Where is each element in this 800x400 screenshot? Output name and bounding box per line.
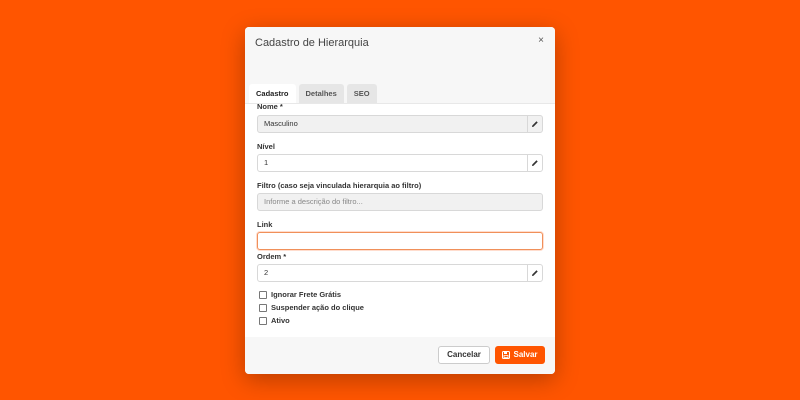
close-icon[interactable]: ×: [535, 35, 547, 47]
tab-bar: Cadastro Detalhes SEO: [249, 84, 377, 104]
save-label: Salvar: [513, 350, 538, 359]
floppy-disk-icon: [502, 351, 511, 359]
filtro-label: Filtro (caso seja vinculada hierarquia a…: [257, 181, 422, 190]
nivel-field[interactable]: 1: [257, 154, 543, 172]
pencil-icon[interactable]: [527, 116, 542, 132]
nome-field[interactable]: Masculino: [257, 115, 543, 133]
checkbox-label: Ativo: [271, 316, 290, 325]
modal-title: Cadastro de Hierarquia: [255, 37, 369, 49]
nome-label: Nome *: [257, 102, 283, 111]
nome-value: Masculino: [264, 119, 298, 128]
pencil-icon[interactable]: [527, 155, 542, 171]
nivel-value: 1: [264, 158, 269, 167]
checkbox-label: Suspender ação do clique: [271, 303, 364, 312]
checkbox[interactable]: [259, 303, 267, 312]
link-label: Link: [257, 220, 273, 229]
tab-seo[interactable]: SEO: [346, 84, 377, 104]
modal-header: Cadastro de Hierarquia × Cadastro Detalh…: [245, 27, 555, 104]
pencil-icon[interactable]: [527, 265, 542, 281]
tab-cadastro[interactable]: Cadastro: [249, 84, 296, 104]
ordem-field[interactable]: 2: [257, 264, 543, 282]
ordem-label: Ordem *: [257, 252, 287, 261]
tab-detalhes[interactable]: Detalhes: [298, 84, 344, 104]
hierarchy-modal: Cadastro de Hierarquia × Cadastro Detalh…: [245, 27, 555, 374]
checkbox[interactable]: [259, 290, 267, 299]
checkbox-ignorar-frete[interactable]: Ignorar Frete Grátis: [259, 290, 341, 299]
nivel-label: Nível: [257, 142, 275, 151]
filtro-field[interactable]: Informe a descrição do filtro...: [257, 193, 543, 211]
checkbox-label: Ignorar Frete Grátis: [271, 290, 342, 299]
save-button[interactable]: Salvar: [495, 346, 545, 364]
cancel-button[interactable]: Cancelar: [438, 346, 490, 364]
checkbox-suspender-acao[interactable]: Suspender ação do clique: [259, 303, 364, 312]
checkbox[interactable]: [259, 316, 267, 325]
checkbox-ativo[interactable]: Ativo: [259, 316, 290, 325]
header-divider: [245, 103, 555, 104]
link-input[interactable]: [257, 232, 543, 250]
filtro-placeholder: Informe a descrição do filtro...: [264, 197, 363, 206]
ordem-value: 2: [264, 268, 269, 277]
